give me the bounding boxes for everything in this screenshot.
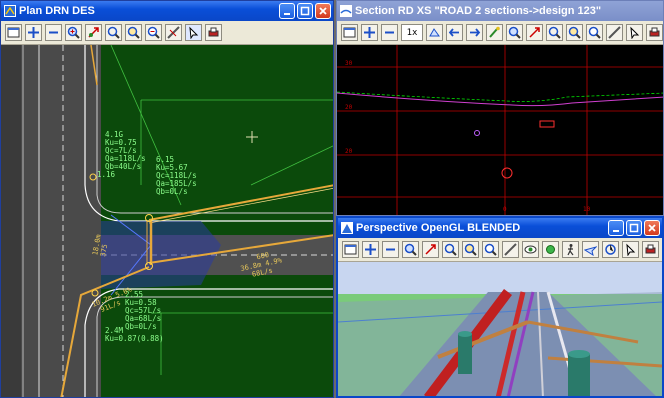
zoom-fit-icon[interactable] <box>526 24 543 41</box>
light-icon[interactable] <box>542 241 559 258</box>
perspective-titlebar[interactable]: Perspective OpenGL BLENDED <box>338 218 662 238</box>
zoom-in-icon[interactable] <box>402 241 419 258</box>
window-icon[interactable] <box>5 24 22 41</box>
perspective-canvas[interactable] <box>338 262 662 396</box>
window-icon[interactable] <box>341 24 358 41</box>
zoom-out-icon[interactable] <box>145 24 162 41</box>
plan-canvas[interactable]: 4.1G Ku=0.75 Qc=7L/s Qa=118L/s Qb=40L/s … <box>1 44 333 397</box>
walk-icon[interactable] <box>562 241 579 258</box>
maximize-button[interactable] <box>297 3 313 19</box>
eye-icon[interactable] <box>522 241 539 258</box>
print-icon[interactable] <box>205 24 222 41</box>
perspective-title: Perspective OpenGL BLENDED <box>356 222 521 234</box>
measure-icon[interactable] <box>606 24 623 41</box>
pit-c-label-4: Qb=0L/s <box>125 322 157 331</box>
previous-section-icon[interactable] <box>446 24 463 41</box>
misc-label-0: 1.16 <box>97 170 116 179</box>
section-title: Section RD XS "ROAD 2 sections->design 1… <box>355 5 602 17</box>
window-icon[interactable] <box>342 241 359 258</box>
rotate-icon[interactable] <box>602 241 619 258</box>
section-canvas[interactable]: 30 20 20 0 10 <box>337 45 663 215</box>
perspective-app-icon <box>341 222 353 234</box>
close-button[interactable] <box>315 3 331 19</box>
zoom-previous-icon[interactable] <box>462 241 479 258</box>
minus-icon[interactable] <box>381 24 398 41</box>
zoom-previous-icon[interactable] <box>566 24 583 41</box>
plan-app-icon <box>4 5 16 17</box>
zoom-in-icon[interactable] <box>506 24 523 41</box>
zoom-fit-icon[interactable] <box>85 24 102 41</box>
section-window: Section RD XS "ROAD 2 sections->design 1… <box>336 0 664 216</box>
y-tick-20b: 20 <box>345 148 353 155</box>
plan-toolbar <box>1 21 333 45</box>
plan-title: Plan DRN DES <box>19 5 95 17</box>
pan-icon[interactable] <box>361 24 378 41</box>
minus-icon[interactable] <box>382 241 399 258</box>
perspective-toolbar <box>338 238 662 262</box>
section-titlebar[interactable]: Section RD XS "ROAD 2 sections->design 1… <box>337 1 663 21</box>
zoom-fit-icon[interactable] <box>422 241 439 258</box>
pit-d-label-1: Ku=0.87(0.88) <box>105 334 164 343</box>
plan-titlebar[interactable]: Plan DRN DES <box>1 1 333 21</box>
zoom-window-icon[interactable] <box>546 24 563 41</box>
x-tick-10: 10 <box>583 206 591 213</box>
pointer-icon[interactable] <box>622 241 639 258</box>
print-icon[interactable] <box>646 24 663 41</box>
zoom-out-icon[interactable] <box>482 241 499 258</box>
pointer-icon[interactable] <box>626 24 643 41</box>
pan-icon[interactable] <box>362 241 379 258</box>
pointer-icon[interactable] <box>185 24 202 41</box>
fly-icon[interactable] <box>582 241 599 258</box>
zoom-out-icon[interactable] <box>586 24 603 41</box>
section-toolbar: 1x <box>337 21 663 45</box>
pit-b-label-4: Qb=0L/s <box>156 187 188 196</box>
next-section-icon[interactable] <box>466 24 483 41</box>
zoom-window-icon[interactable] <box>442 241 459 258</box>
minimize-button[interactable] <box>608 220 624 236</box>
section-app-icon <box>340 5 352 17</box>
maximize-button[interactable] <box>626 220 642 236</box>
minimize-button[interactable] <box>279 3 295 19</box>
scale-field[interactable]: 1x <box>401 24 423 41</box>
print-icon[interactable] <box>642 241 659 258</box>
close-button[interactable] <box>644 220 660 236</box>
y-tick-20a: 20 <box>345 104 353 111</box>
measure-icon[interactable] <box>502 241 519 258</box>
zoom-window-icon[interactable] <box>105 24 122 41</box>
x-tick-0: 0 <box>503 206 507 213</box>
zoom-in-icon[interactable] <box>65 24 82 41</box>
measure-icon[interactable] <box>165 24 182 41</box>
perspective-window: Perspective OpenGL BLENDED <box>336 216 664 398</box>
y-tick-30: 30 <box>345 60 353 67</box>
zoom-previous-icon[interactable] <box>125 24 142 41</box>
minus-icon[interactable] <box>45 24 62 41</box>
pick-icon[interactable] <box>486 24 503 41</box>
section-select-icon[interactable] <box>426 24 443 41</box>
pan-icon[interactable] <box>25 24 42 41</box>
plan-window: Plan DRN DES 4.1G Ku=0.75 Qc=7L/s Qa=118… <box>0 0 334 398</box>
